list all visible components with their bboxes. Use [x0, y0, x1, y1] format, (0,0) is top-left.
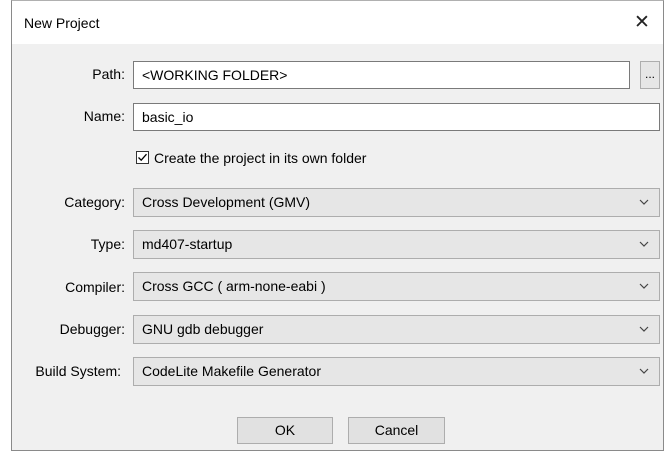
dialog-title: New Project	[24, 15, 100, 31]
name-input[interactable]: basic_io	[133, 103, 660, 131]
chevron-down-icon	[639, 199, 649, 205]
own-folder-label: Create the project in its own folder	[154, 150, 367, 166]
type-label: Type:	[90, 236, 125, 252]
compiler-label: Compiler:	[65, 279, 125, 295]
debugger-label: Debugger:	[59, 321, 125, 337]
chevron-down-icon	[639, 241, 649, 247]
compiler-dropdown[interactable]: Cross GCC ( arm-none-eabi )	[133, 272, 660, 301]
chevron-down-icon	[639, 326, 649, 332]
ok-button[interactable]: OK	[237, 417, 333, 444]
build-system-label: Build System:	[35, 363, 121, 379]
debugger-dropdown[interactable]: GNU gdb debugger	[133, 315, 660, 344]
path-label: Path:	[92, 66, 125, 82]
browse-button[interactable]: ...	[640, 61, 660, 89]
title-bar: New Project ✕	[12, 1, 663, 45]
type-value: md407-startup	[142, 236, 233, 252]
own-folder-checkbox[interactable]	[136, 151, 149, 164]
close-icon[interactable]: ✕	[627, 9, 657, 37]
cancel-button[interactable]: Cancel	[348, 417, 445, 444]
type-dropdown[interactable]: md407-startup	[133, 230, 660, 259]
chevron-down-icon	[639, 283, 649, 289]
category-label: Category:	[64, 194, 125, 210]
category-dropdown[interactable]: Cross Development (GMV)	[133, 188, 660, 217]
compiler-value: Cross GCC ( arm-none-eabi )	[142, 278, 326, 294]
debugger-value: GNU gdb debugger	[142, 321, 264, 337]
checkmark-icon	[138, 153, 147, 162]
category-value: Cross Development (GMV)	[142, 194, 311, 210]
path-input[interactable]: <WORKING FOLDER>	[133, 61, 630, 89]
name-label: Name:	[83, 108, 125, 124]
chevron-down-icon	[639, 368, 649, 374]
build-system-dropdown[interactable]: CodeLite Makefile Generator	[133, 357, 660, 386]
build-system-value: CodeLite Makefile Generator	[142, 363, 321, 379]
